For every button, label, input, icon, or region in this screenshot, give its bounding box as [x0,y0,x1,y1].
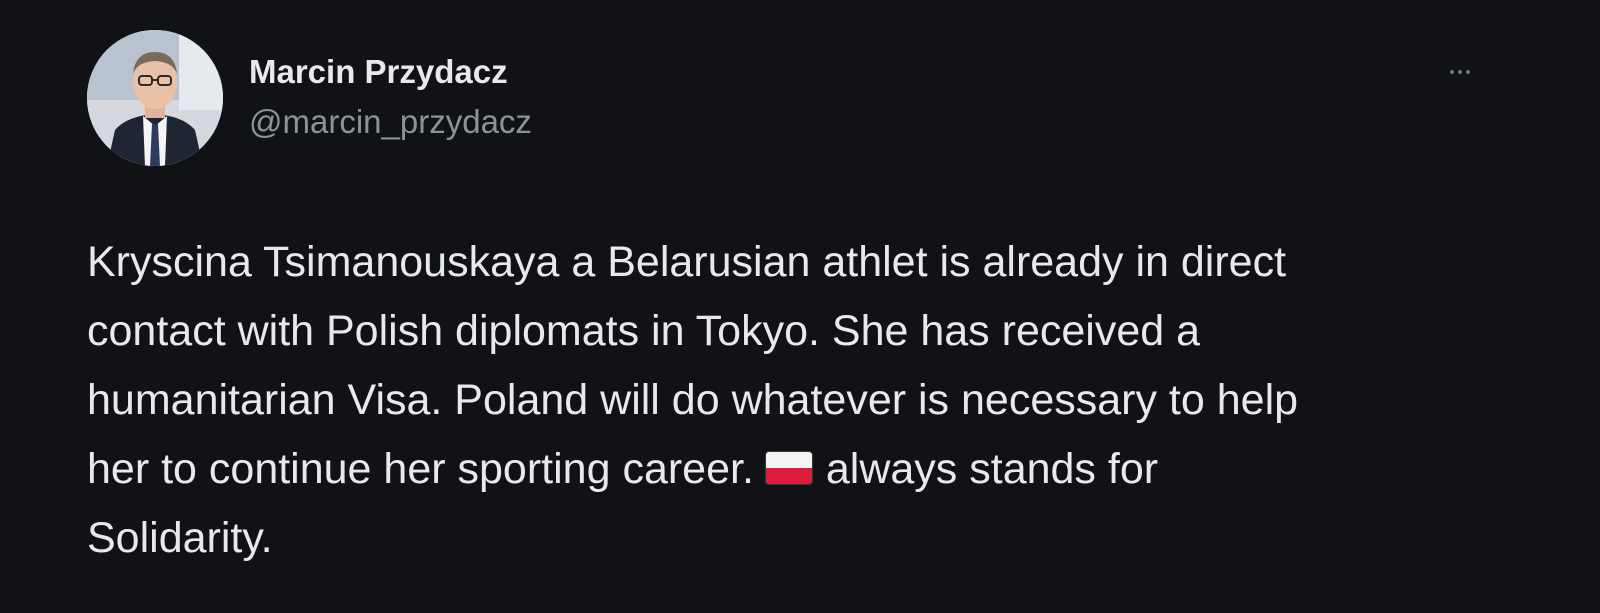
avatar-photo [87,30,223,166]
tweet-text-line: Kryscina Tsimanouskaya a Belarusian athl… [87,238,1287,286]
more-options-icon [1450,70,1470,74]
avatar[interactable] [87,30,223,166]
more-options-button[interactable] [1440,60,1480,84]
tweet-text: Kryscina Tsimanouskaya a Belarusian athl… [87,228,1507,573]
tweet-text-line: Solidarity. [87,514,273,562]
tweet-text-line: humanitarian Visa. Poland will do whatev… [87,376,1299,424]
author-display-name[interactable]: Marcin Przydacz [249,53,508,91]
author-handle[interactable]: @marcin_przydacz [249,103,532,141]
tweet-text-line: her to continue her sporting career. alw… [87,435,1507,504]
tweet-text-line: contact with Polish diplomats in Tokyo. … [87,307,1201,355]
tweet-text-segment: always stands for [825,445,1159,493]
tweet-text-segment: her to continue her sporting career. [87,445,766,493]
poland-flag-icon [765,451,812,484]
tweet-card: Marcin Przydacz @marcin_przydacz Kryscin… [0,0,1600,613]
